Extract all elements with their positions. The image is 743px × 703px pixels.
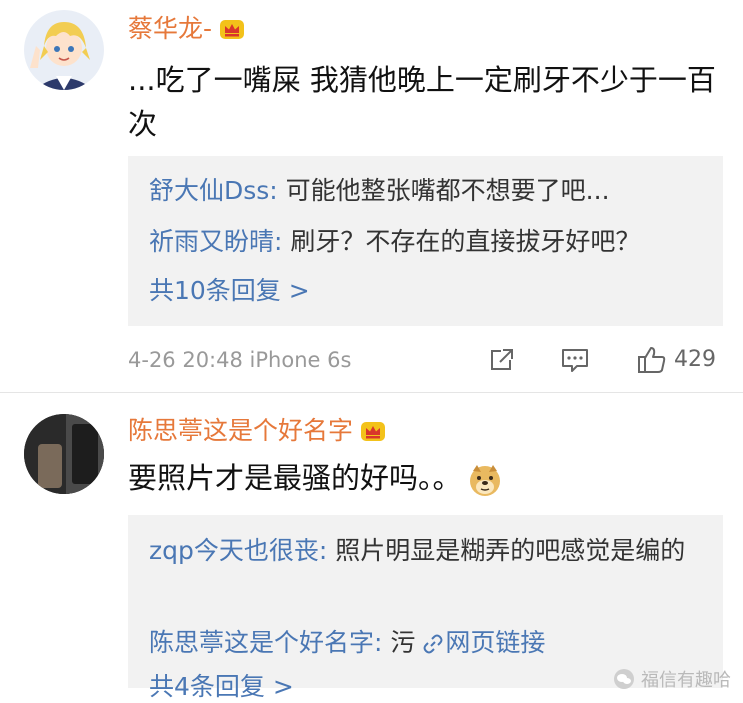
reply-item[interactable]: 舒大仙Dss: 可能他整张嘴都不想要了吧...: [149, 171, 705, 211]
watermark-text: 福信有趣哈: [641, 670, 731, 691]
like-button[interactable]: 429: [636, 345, 716, 375]
doge-emoji-icon: [469, 465, 500, 496]
username-text[interactable]: 陈思葶这是个好名字: [128, 416, 353, 446]
link-icon: [423, 634, 443, 654]
repost-icon: [491, 349, 513, 370]
divider: [0, 392, 743, 393]
view-more-replies-link[interactable]: 共4条回复 >: [149, 671, 294, 703]
crown-badge-icon: [361, 422, 386, 441]
comment-item: 陈思葶这是个好名字 要照片才是最骚的好吗。。 zqp今天也很丧: 照片明显是糊弄…: [0, 394, 743, 701]
avatar[interactable]: [24, 10, 104, 90]
reply-box[interactable]: zqp今天也很丧: 照片明显是糊弄的吧感觉是编的 陈思葶这是个好名字: 污 网页…: [128, 515, 723, 701]
comment-username[interactable]: 陈思葶这是个好名字: [128, 416, 387, 446]
comment-button[interactable]: [560, 345, 590, 375]
view-more-replies-link[interactable]: 共10条回复 >: [149, 275, 310, 307]
time-text: 4-26 20:48: [128, 348, 243, 372]
comment-body-text: 要照片才是最骚的好吗。。: [128, 461, 462, 495]
repost-button[interactable]: [488, 345, 516, 375]
username-text[interactable]: 蔡华龙-: [128, 14, 212, 44]
device-text: iPhone 6s: [249, 348, 352, 372]
comment-icon: [562, 349, 588, 372]
comment-item: 蔡华龙- ...吃了一嘴屎 我猜他晚上一定刷牙不少于一百次 舒大仙Dss: 可能…: [0, 0, 743, 390]
reply-text: 污: [382, 628, 416, 657]
reply-text: 刷牙？不存在的直接拔牙好吧？: [282, 227, 641, 256]
reply-username[interactable]: zqp今天也很丧:: [149, 536, 327, 565]
thumbs-up-icon: [638, 347, 666, 373]
crown-badge-icon: [220, 20, 245, 39]
comment-body: ...吃了一嘴屎 我猜他晚上一定刷牙不少于一百次: [128, 63, 716, 141]
reply-text: 可能他整张嘴都不想要了吧...: [277, 176, 610, 205]
reply-text: 照片明显是糊弄的吧感觉是编的: [327, 536, 686, 565]
comment-username[interactable]: 蔡华龙-: [128, 14, 246, 44]
reply-username[interactable]: 祈雨又盼晴:: [149, 227, 282, 256]
avatar[interactable]: [24, 414, 104, 494]
comment-body: 要照片才是最骚的好吗。。: [128, 456, 718, 500]
web-link[interactable]: 网页链接: [445, 628, 545, 657]
reply-username[interactable]: 舒大仙Dss:: [149, 176, 278, 205]
watermark: 福信有趣哈: [613, 666, 731, 692]
reply-item[interactable]: 陈思葶这是个好名字: 污 网页链接: [149, 623, 705, 663]
like-count: 429: [674, 347, 716, 372]
reply-item[interactable]: zqp今天也很丧: 照片明显是糊弄的吧感觉是编的: [149, 531, 705, 571]
reply-box[interactable]: 舒大仙Dss: 可能他整张嘴都不想要了吧... 祈雨又盼晴: 刷牙？不存在的直接…: [128, 156, 723, 326]
reply-item[interactable]: 祈雨又盼晴: 刷牙？不存在的直接拔牙好吧？: [149, 222, 705, 262]
comment-timestamp: 4-26 20:48 iPhone 6s: [128, 343, 351, 377]
wechat-icon: [614, 669, 634, 689]
reply-username[interactable]: 陈思葶这是个好名字:: [149, 628, 382, 657]
comment-meta: 4-26 20:48 iPhone 6s 429: [128, 343, 723, 377]
